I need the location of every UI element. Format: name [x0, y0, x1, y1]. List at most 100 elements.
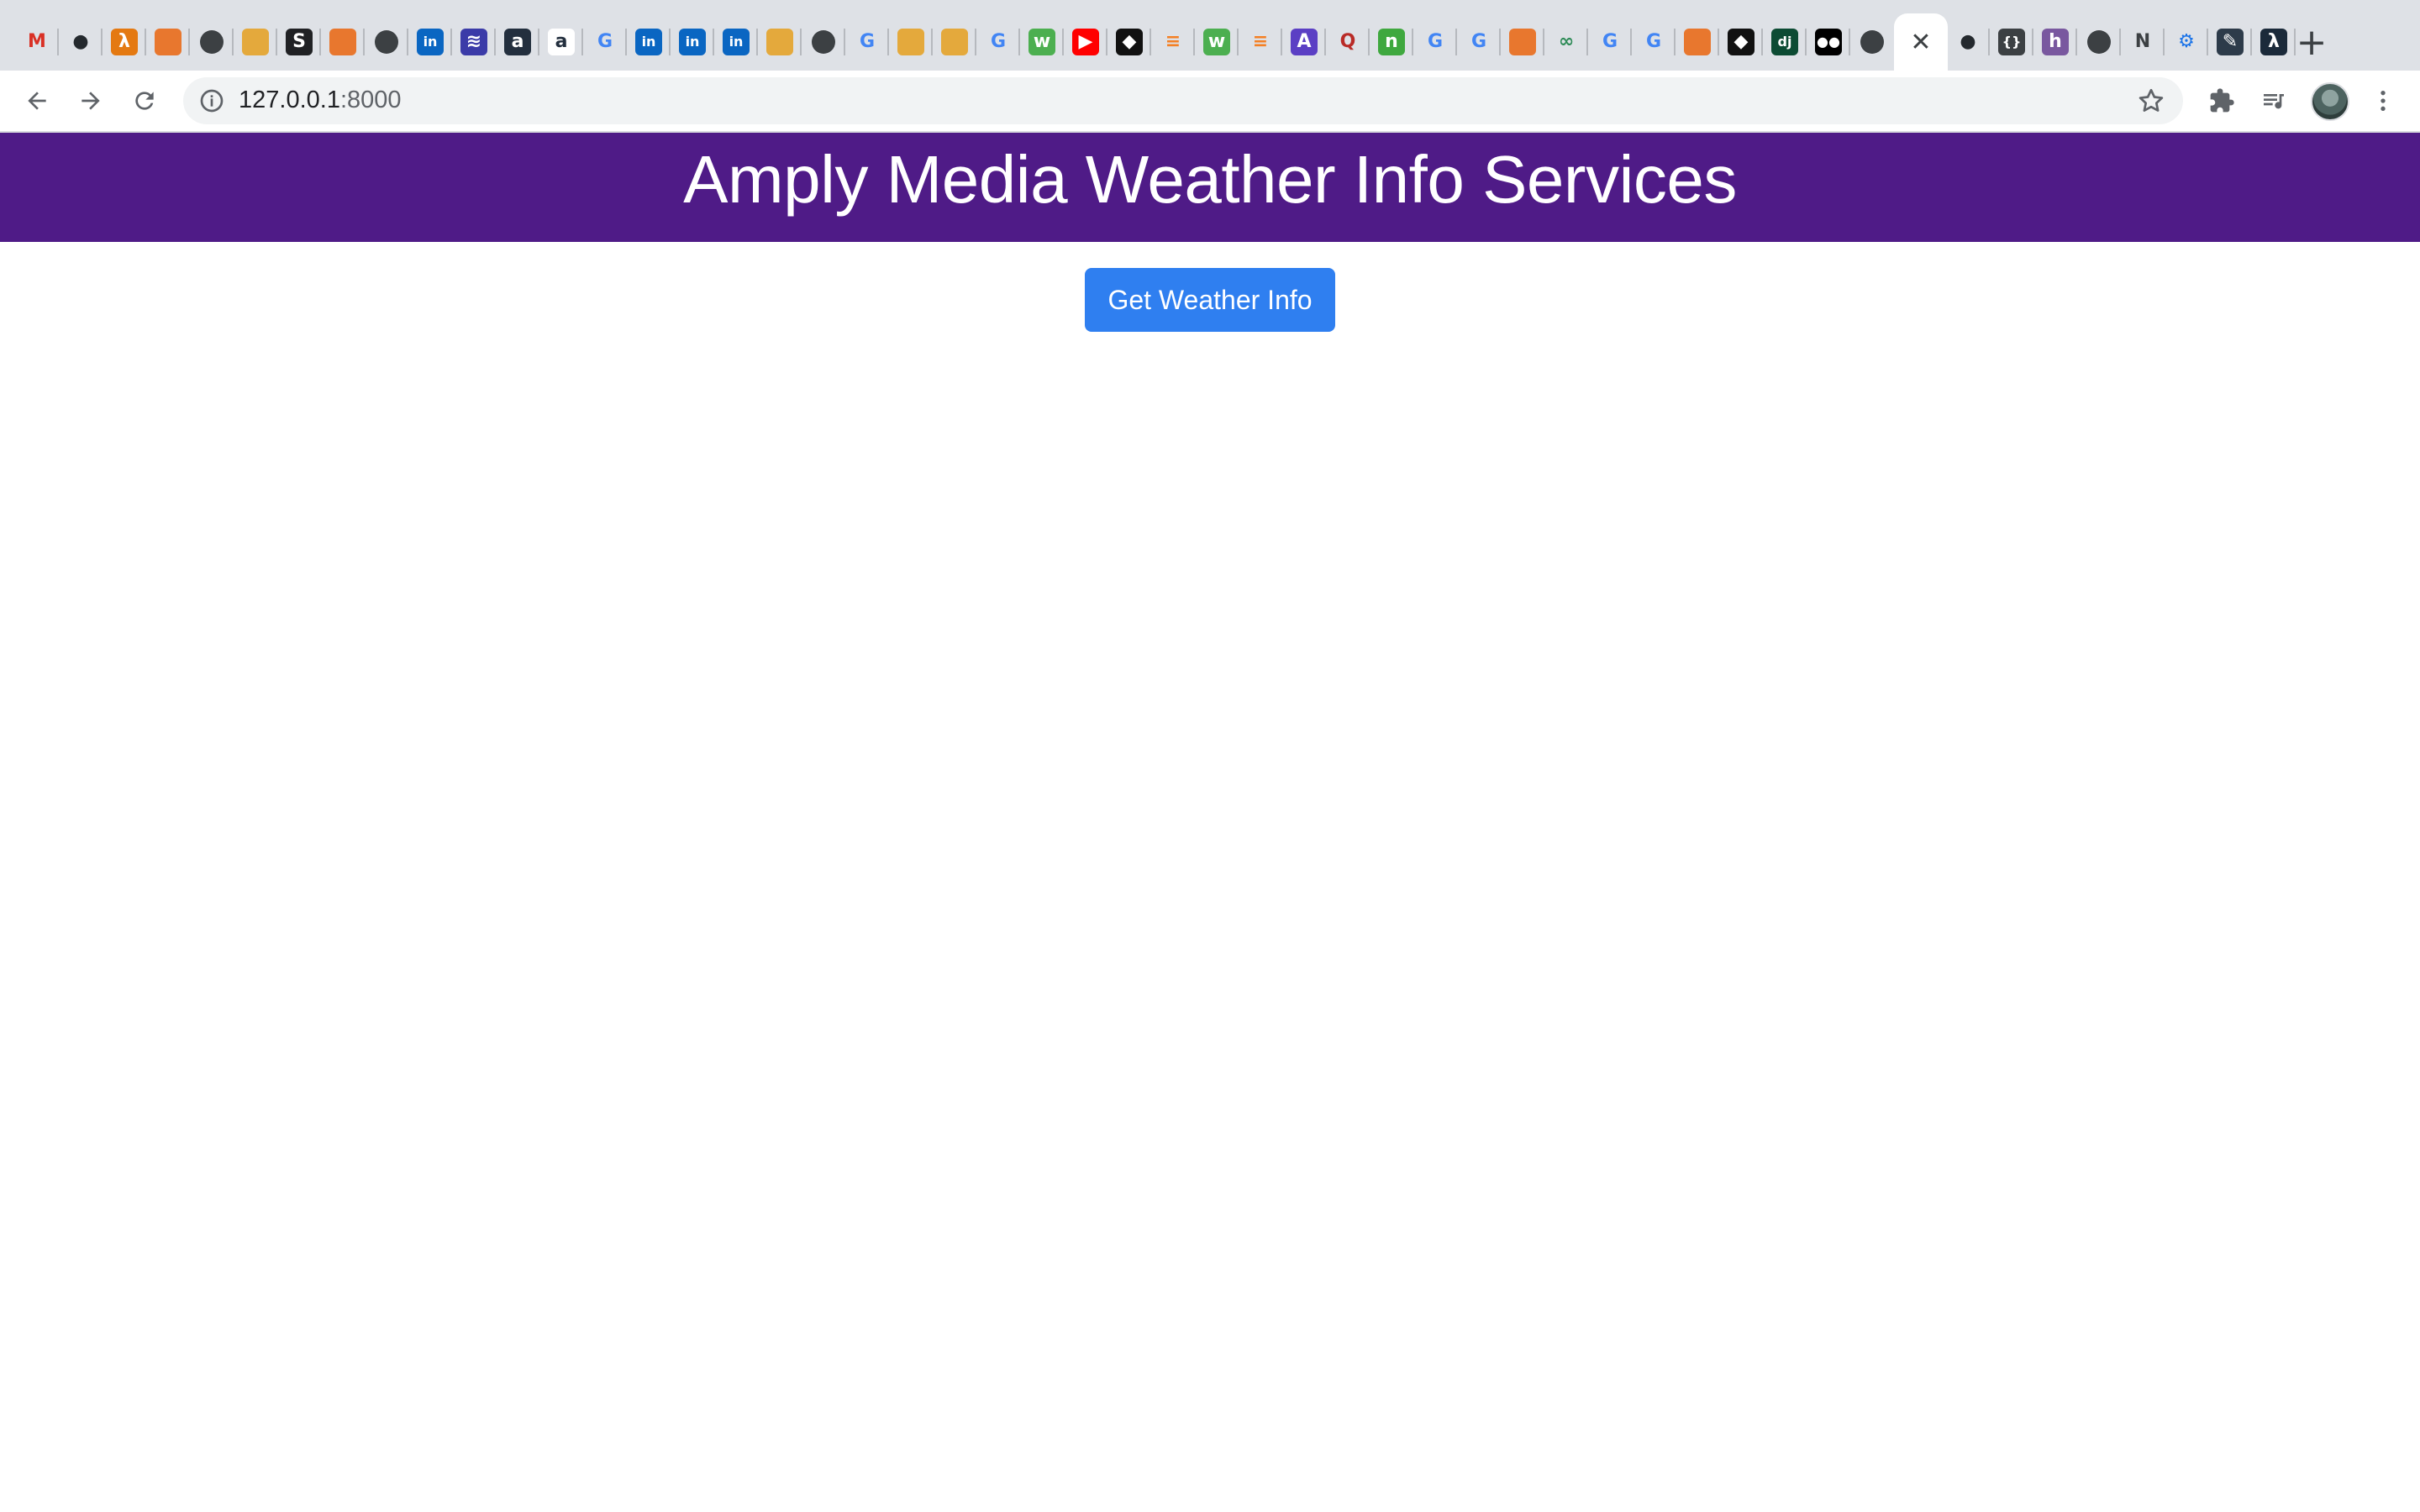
- google-icon: G: [597, 31, 613, 52]
- browser-tab[interactable]: [1676, 13, 1719, 71]
- back-button[interactable]: [17, 81, 57, 121]
- browser-menu-button[interactable]: [2363, 81, 2403, 121]
- browser-tab[interactable]: G: [845, 13, 889, 71]
- page-title: Amply Media Weather Info Services: [683, 142, 1737, 217]
- address-bar[interactable]: 127.0.0.1:8000: [183, 77, 2183, 124]
- browser-tab[interactable]: ◆: [1719, 13, 1763, 71]
- stackoverflow-icon: ≡: [1165, 31, 1181, 52]
- forward-button[interactable]: [71, 81, 111, 121]
- active-tab[interactable]: ✕: [1894, 13, 1948, 71]
- youtube-icon: ▶: [1072, 29, 1099, 55]
- browser-tab[interactable]: ●: [1946, 13, 1990, 71]
- package-cube-icon: [1509, 29, 1536, 55]
- browser-tab[interactable]: a: [496, 13, 539, 71]
- browser-tab[interactable]: [889, 13, 933, 71]
- gmail-icon: M: [28, 31, 46, 52]
- browser-tab[interactable]: G: [1457, 13, 1501, 71]
- chat-bubble-icon: ◆: [1728, 29, 1754, 55]
- browser-tab[interactable]: n: [1370, 13, 1413, 71]
- linkedin-icon: in: [723, 29, 750, 55]
- browser-tab[interactable]: λ: [103, 13, 146, 71]
- browser-tab[interactable]: S: [277, 13, 321, 71]
- browser-tab[interactable]: G: [583, 13, 627, 71]
- arrow-left-icon: [28, 92, 46, 110]
- heroku-icon: h: [2042, 29, 2069, 55]
- media-queue-icon: [2264, 94, 2284, 109]
- browser-tab[interactable]: Q: [1326, 13, 1370, 71]
- reload-icon: [135, 92, 154, 110]
- globe-icon: [812, 30, 835, 54]
- a-letter-icon: a: [504, 29, 531, 55]
- browser-tab[interactable]: A: [1282, 13, 1326, 71]
- browser-tab[interactable]: ≡: [1151, 13, 1195, 71]
- close-icon[interactable]: ✕: [1910, 28, 1931, 57]
- get-weather-info-button[interactable]: Get Weather Info: [1085, 268, 1335, 332]
- browser-tab[interactable]: ●: [59, 13, 103, 71]
- browser-tab[interactable]: G: [1632, 13, 1676, 71]
- browser-tab[interactable]: h: [2033, 13, 2077, 71]
- browser-tab[interactable]: {}: [1990, 13, 2033, 71]
- browser-tab[interactable]: ▶: [1064, 13, 1107, 71]
- browser-tab[interactable]: G: [1413, 13, 1457, 71]
- browser-toolbar: 127.0.0.1:8000: [0, 71, 2420, 133]
- pencil-icon: ✎: [2217, 29, 2244, 55]
- book-icon: [897, 29, 924, 55]
- browser-tab[interactable]: in: [714, 13, 758, 71]
- extensions-button[interactable]: [2202, 81, 2242, 121]
- browser-tab[interactable]: G: [976, 13, 1020, 71]
- browser-chrome: M ● λ Sin ≋ a a Gin in in G Gw ▶ ◆ ≡ w ≡ A Qn G G ∞ G G ◆ dj ●● ✕ ●{…: [0, 0, 2420, 133]
- browser-tab[interactable]: ✎: [2208, 13, 2252, 71]
- google-icon: G: [1602, 31, 1618, 52]
- browser-tab[interactable]: ●●: [1807, 13, 1850, 71]
- bookmark-star-icon[interactable]: [2136, 86, 2166, 116]
- browser-tab[interactable]: [146, 13, 190, 71]
- google-icon: G: [1470, 31, 1487, 52]
- lambda-icon: λ: [2260, 29, 2287, 55]
- browser-tab[interactable]: ≋: [452, 13, 496, 71]
- browser-tab[interactable]: [1501, 13, 1544, 71]
- globe-icon: [1860, 30, 1884, 54]
- package-cube-icon: [329, 29, 356, 55]
- browser-tab[interactable]: in: [408, 13, 452, 71]
- browser-tab[interactable]: [758, 13, 802, 71]
- url-text[interactable]: 127.0.0.1:8000: [239, 87, 402, 114]
- browser-tab[interactable]: [802, 13, 845, 71]
- browser-tab[interactable]: [234, 13, 277, 71]
- new-tab-button[interactable]: +: [2290, 13, 2333, 71]
- puzzle-icon: [2210, 88, 2234, 113]
- arrow-right-icon: [82, 92, 100, 110]
- browser-tab[interactable]: ∞: [1544, 13, 1588, 71]
- browser-tab[interactable]: [933, 13, 976, 71]
- browser-tab[interactable]: [190, 13, 234, 71]
- reading-list-button[interactable]: [2254, 81, 2294, 121]
- browser-tab[interactable]: dj: [1763, 13, 1807, 71]
- profile-avatar[interactable]: [2311, 82, 2349, 121]
- browser-tab[interactable]: M: [15, 13, 59, 71]
- stackoverflow-icon: ≡: [1252, 31, 1269, 52]
- linkedin-icon: in: [635, 29, 662, 55]
- browser-tab[interactable]: in: [627, 13, 671, 71]
- browser-tab[interactable]: [365, 13, 408, 71]
- linkedin-icon: in: [679, 29, 706, 55]
- browser-tab[interactable]: a: [539, 13, 583, 71]
- reload-button[interactable]: [124, 81, 165, 121]
- browser-tab[interactable]: ⚙: [2165, 13, 2208, 71]
- google-icon: G: [1645, 31, 1662, 52]
- browser-tab[interactable]: [2077, 13, 2121, 71]
- rocket-icon: A: [1291, 29, 1318, 55]
- browser-tab[interactable]: [321, 13, 365, 71]
- browser-tab[interactable]: G: [1588, 13, 1632, 71]
- page-content: Get Weather Info: [0, 242, 2420, 1512]
- browser-tab[interactable]: ◆: [1107, 13, 1151, 71]
- browser-tab[interactable]: w: [1195, 13, 1239, 71]
- node-icon: n: [1378, 29, 1405, 55]
- browser-tab[interactable]: [1850, 13, 1894, 71]
- info-icon[interactable]: [198, 87, 225, 114]
- sa-icon: S: [286, 29, 313, 55]
- globe-icon: [2087, 30, 2111, 54]
- browser-tab[interactable]: in: [671, 13, 714, 71]
- browser-tab[interactable]: ≡: [1239, 13, 1282, 71]
- browser-tab[interactable]: N: [2121, 13, 2165, 71]
- google-icon: G: [859, 31, 876, 52]
- browser-tab[interactable]: w: [1020, 13, 1064, 71]
